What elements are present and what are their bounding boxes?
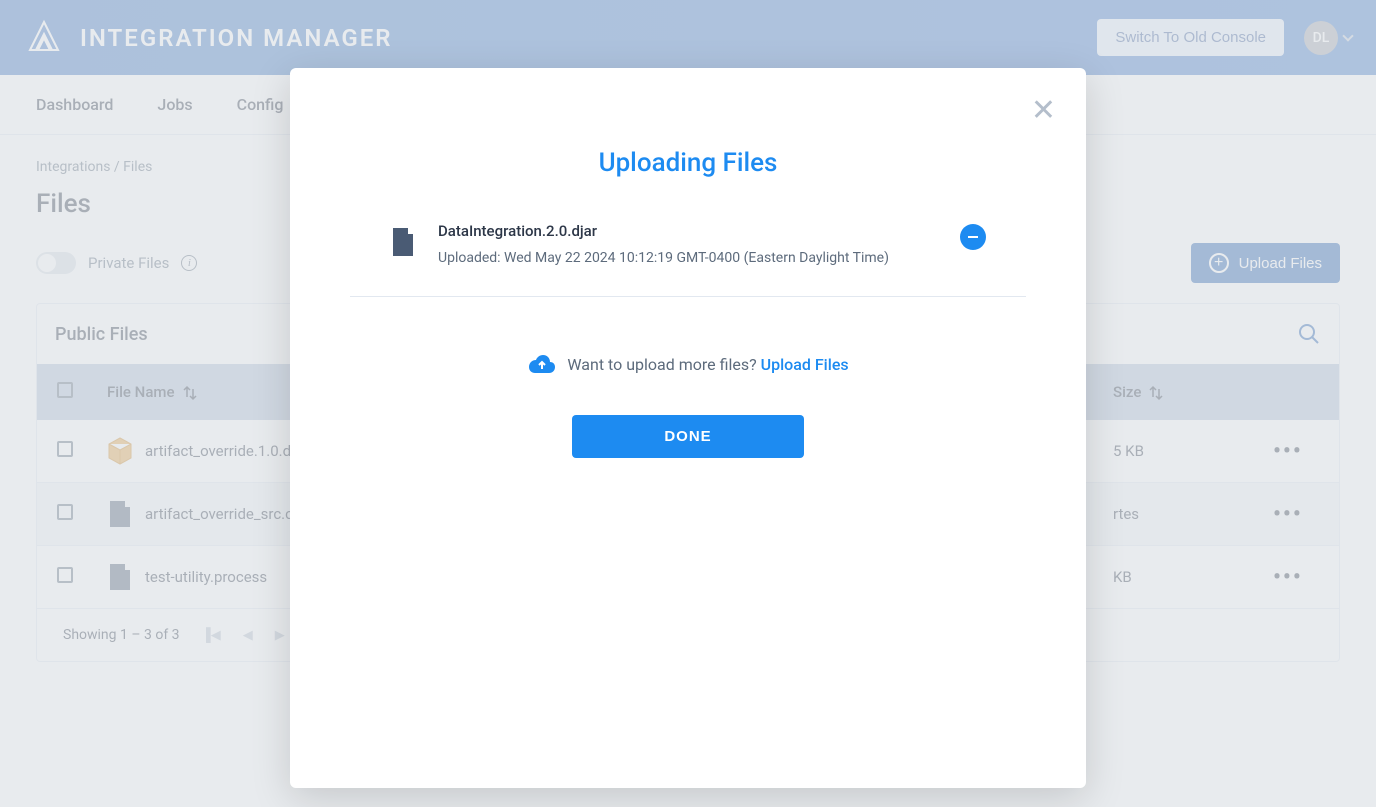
modal-title: Uploading Files <box>350 148 1026 178</box>
file-icon <box>390 226 416 258</box>
modal-overlay[interactable]: ✕ Uploading Files DataIntegration.2.0.dj… <box>0 0 1376 807</box>
upload-file-meta: Uploaded: Wed May 22 2024 10:12:19 GMT-0… <box>438 250 938 266</box>
cloud-upload-icon <box>527 353 557 375</box>
upload-more-row: Want to upload more files? Upload Files <box>350 353 1026 375</box>
upload-modal: ✕ Uploading Files DataIntegration.2.0.dj… <box>290 68 1086 788</box>
done-button[interactable]: DONE <box>572 415 804 458</box>
upload-file-name: DataIntegration.2.0.djar <box>438 222 938 240</box>
upload-more-link[interactable]: Upload Files <box>761 355 849 374</box>
close-icon[interactable]: ✕ <box>1031 96 1056 126</box>
upload-file-row: DataIntegration.2.0.djar Uploaded: Wed M… <box>350 222 1026 297</box>
remove-file-button[interactable] <box>960 224 986 250</box>
